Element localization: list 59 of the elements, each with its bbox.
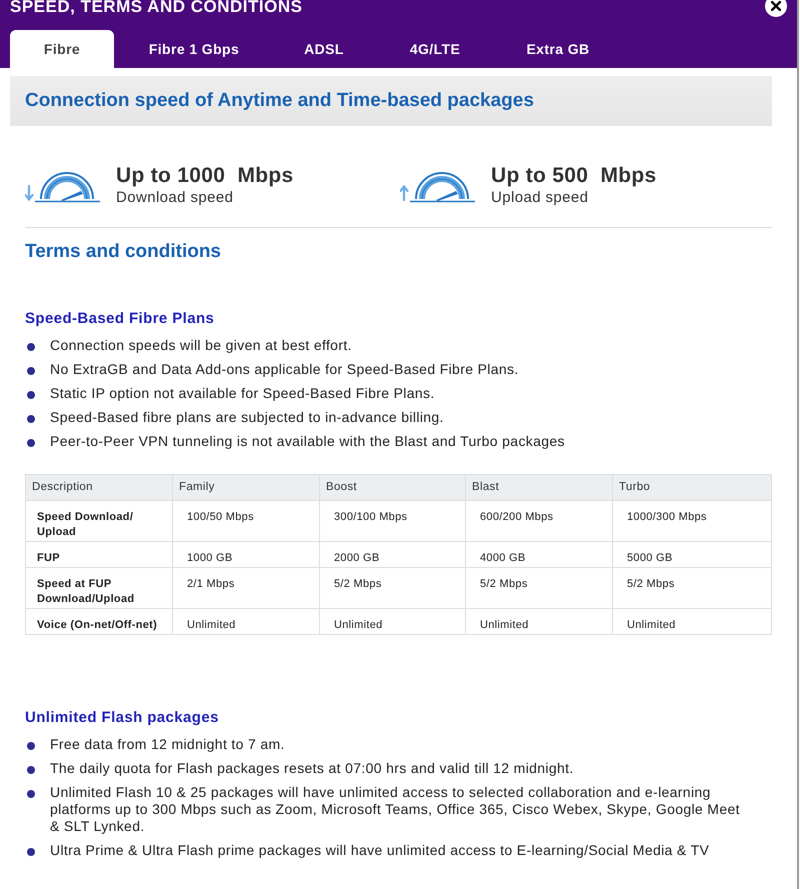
tab[interactable]: Fibre 1 Gbps [114,30,274,68]
close-icon [771,1,781,11]
table-cell: 5/2 Mbps [319,568,465,608]
table-cell: 100/50 Mbps [172,501,319,541]
table-cell: Unlimited [612,609,771,634]
tab[interactable]: Fibre [10,30,114,68]
table-cell: 5/2 Mbps [465,568,612,608]
table-cell: 2/1 Mbps [172,568,319,608]
close-button[interactable] [765,0,787,17]
bullet-icon [27,742,35,750]
bullet-text: Connection speeds will be given at best effort. [50,337,352,354]
column-header: Turbo [612,475,771,500]
column-header: Family [172,475,319,500]
bullet-icon [27,790,35,798]
bullet-icon [27,439,35,447]
speed-label: Upload speed [491,189,590,207]
bullet-text: Static IP option not available for Speed-Based Fibre Plans. [50,385,435,402]
bullet-icon [27,415,35,423]
table-cell: 5000 GB [612,542,771,567]
tab[interactable]: 4G/LTE [374,30,496,68]
bullet-icon [27,367,35,375]
row-header: Speed at FUP Download/Upload [36,577,136,607]
table-cell: 2000 GB [319,542,465,567]
row-header: FUP [36,551,61,566]
column-header: Blast [465,475,612,500]
table-cell: Unlimited [172,609,319,634]
bullet-text: Free data from 12 midnight to 7 am. [50,736,285,753]
banner-title: Connection speed of Anytime and Time-based packages [25,89,534,113]
bullet-text: Unlimited Flash 10 & 25 packages will have unlimited access to selected collaboration and e-learning platforms up to 300 Mbps such as Zoom, Microsoft Teams, Office 365, Cisco Webex, Skype, Google Meet & SLT Lynked. [50,784,741,835]
bullet-text: The daily quota for Flash packages resets at 07:00 hrs and valid till 12 midnight. [50,760,574,777]
table-cell: Unlimited [465,609,612,634]
table-cell: 1000 GB [172,542,319,567]
table-cell: 4000 GB [465,542,612,567]
section-heading: Speed-Based Fibre Plans [25,310,216,328]
speed-value: Up to 500 Mbps [491,163,657,189]
bullet-icon [27,391,35,399]
terms-heading: Terms and conditions [25,240,222,264]
bullet-text: Peer-to-Peer VPN tunneling is not available with the Blast and Turbo packages [50,433,565,450]
row-header: Voice (On-net/Off-net) [36,618,158,633]
bullet-icon [27,343,35,351]
table-cell: 300/100 Mbps [319,501,465,541]
speed-label: Download speed [116,189,234,207]
section-heading: Unlimited Flash packages [25,709,220,727]
bullet-icon [27,766,35,774]
tab[interactable]: Extra GB [496,30,620,68]
bullet-icon [27,848,35,856]
column-header: Description [31,480,94,495]
table-cell: 600/200 Mbps [465,501,612,541]
bullet-text: No ExtraGB and Data Add-ons applicable for Speed-Based Fibre Plans. [50,361,519,378]
row-header: Speed Download/ Upload [36,510,134,540]
table-cell: 1000/300 Mbps [612,501,771,541]
bullet-text: Ultra Prime & Ultra Flash prime packages will have unlimited access to E-learning/Social Media & TV [50,842,710,859]
table-cell: Unlimited [319,609,465,634]
speed-value: Up to 1000 Mbps [116,163,294,189]
dialog-title: SPEED, TERMS AND CONDITIONS [10,0,302,17]
bullet-text: Speed-Based fibre plans are subjected to in-advance billing. [50,409,444,426]
tab[interactable]: ADSL [274,30,374,68]
column-header: Boost [319,475,465,500]
table-cell: 5/2 Mbps [612,568,771,608]
